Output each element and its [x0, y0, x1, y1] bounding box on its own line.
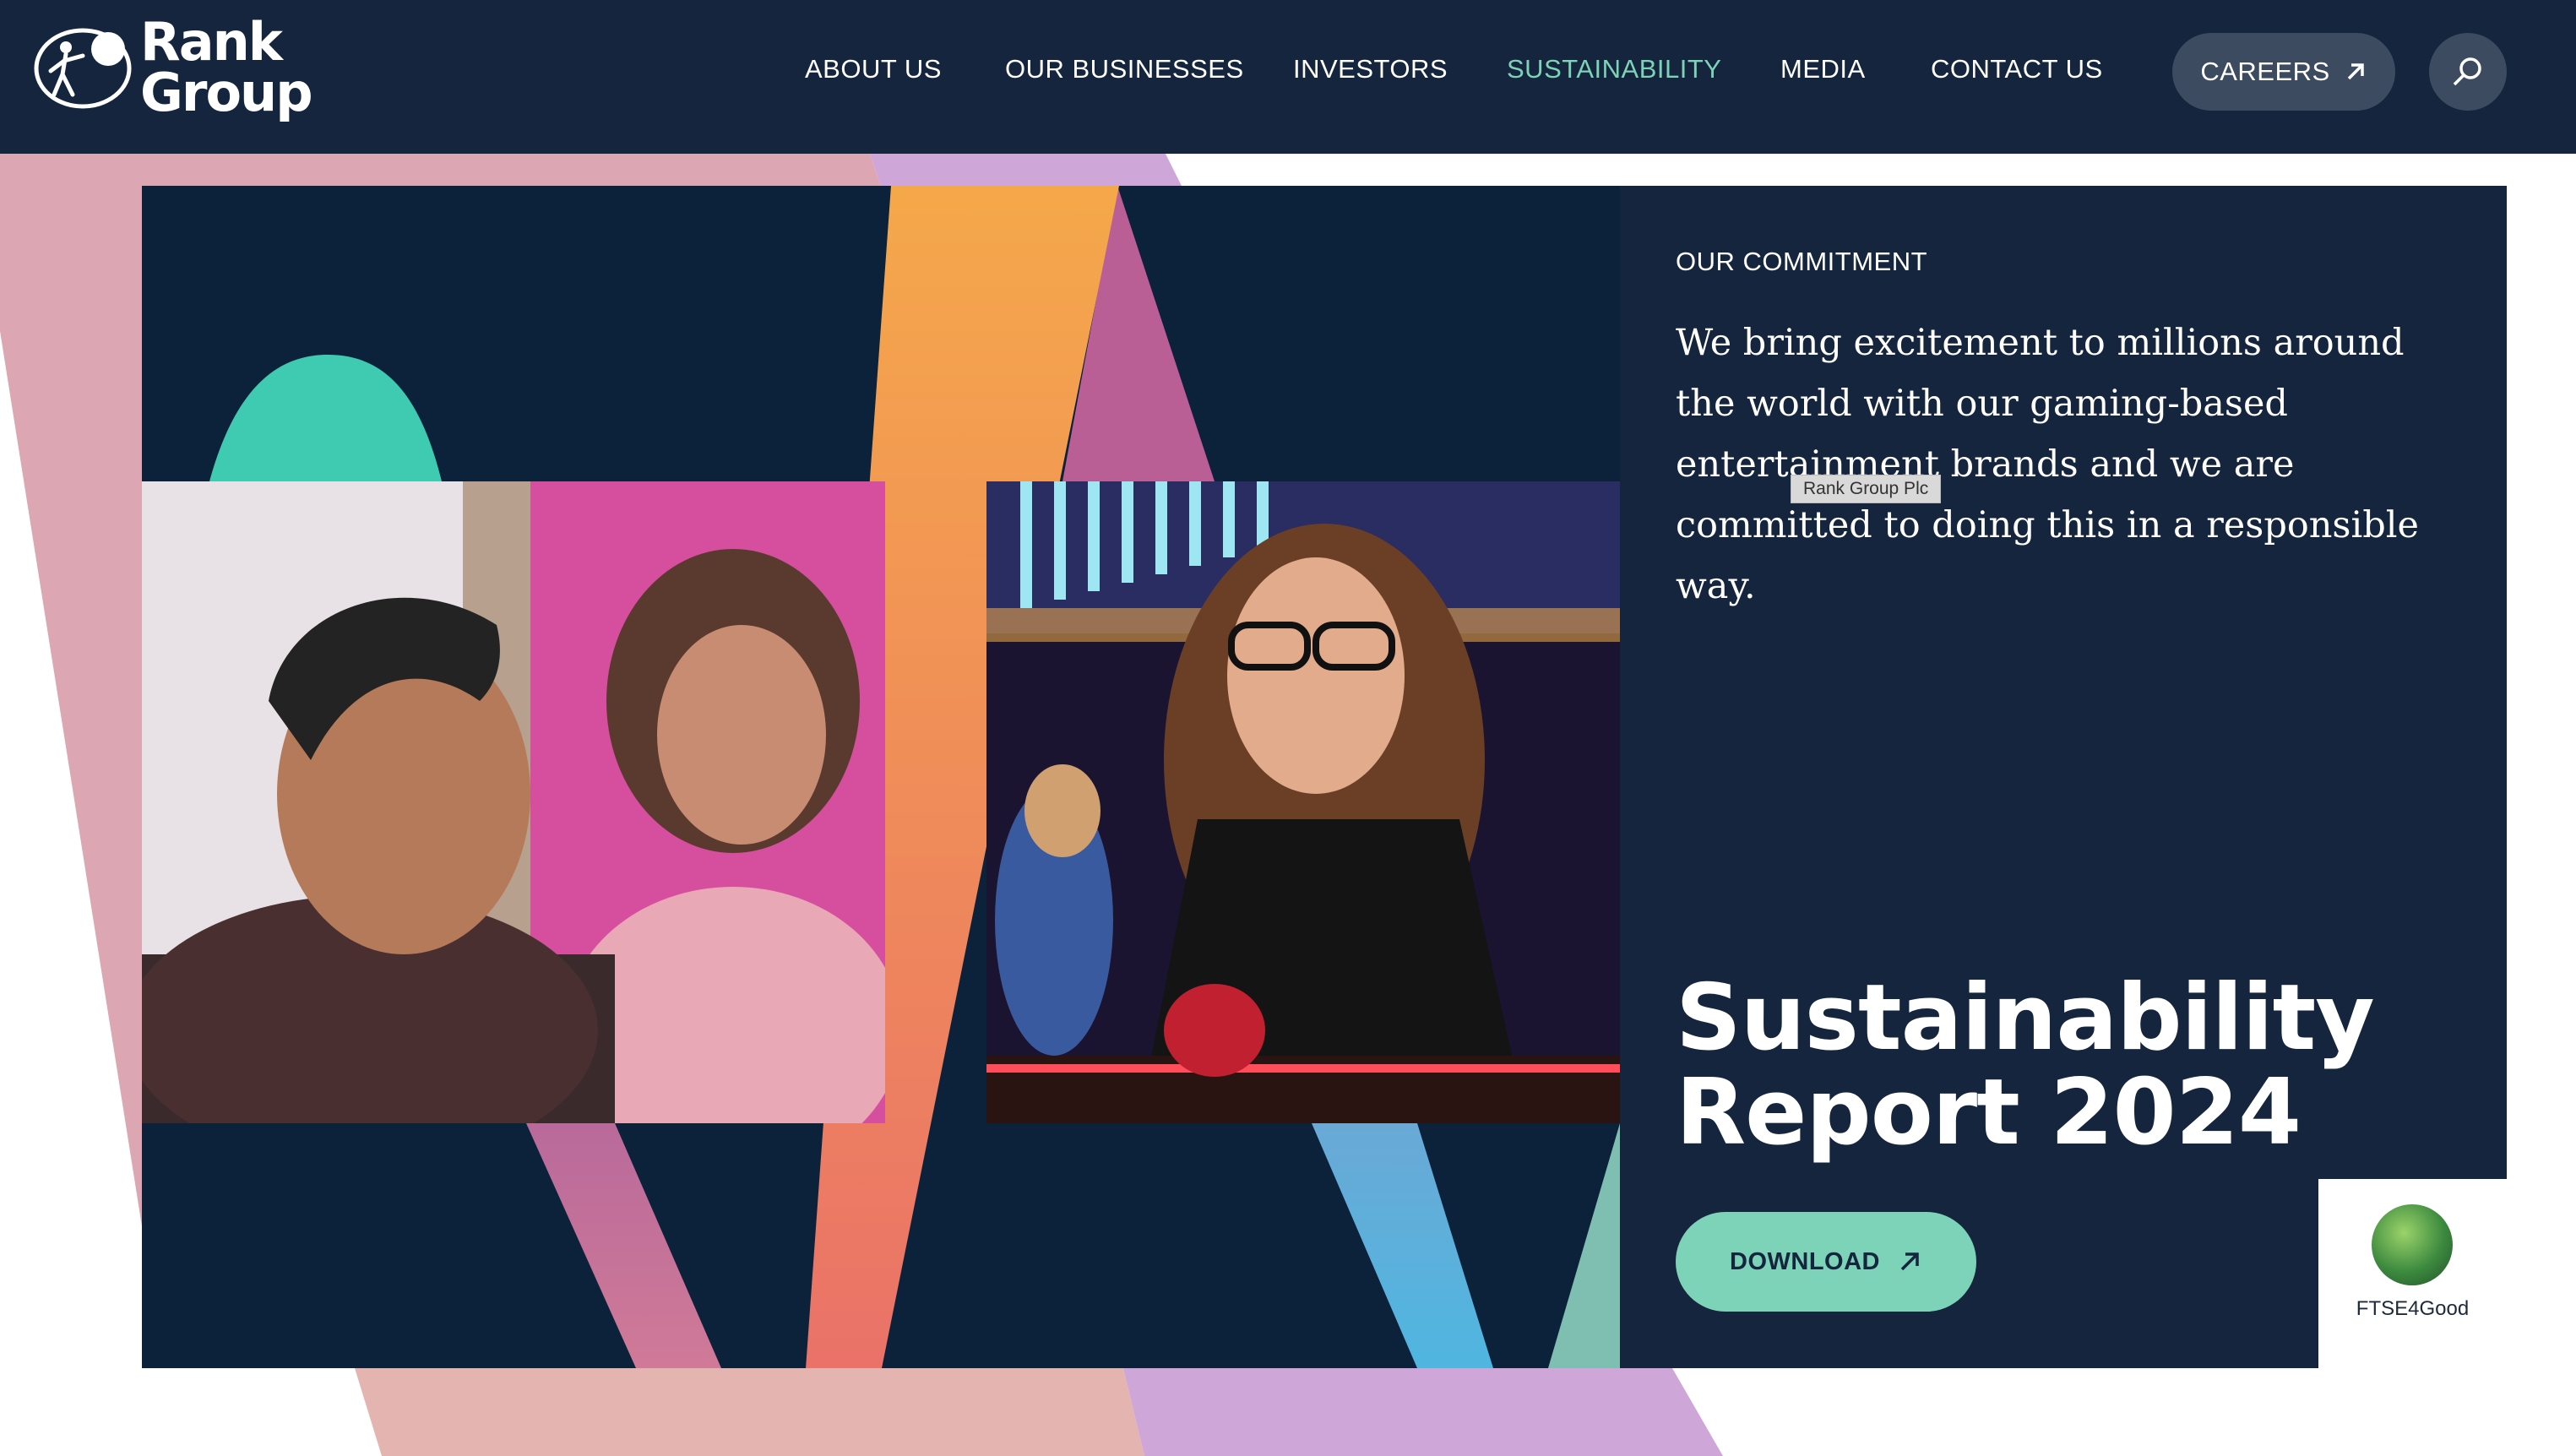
site-header: Rank Group ABOUT US OUR BUSINESSES INVES…: [0, 0, 2576, 154]
arrow-up-right-icon: [2347, 63, 2364, 80]
download-button[interactable]: DOWNLOAD: [1676, 1212, 1976, 1312]
rank-group-logo[interactable]: Rank Group: [32, 11, 328, 135]
search-button[interactable]: [2429, 33, 2507, 111]
nav-investors[interactable]: INVESTORS: [1293, 54, 1448, 84]
tooltip: Rank Group Plc: [1791, 475, 1942, 503]
careers-label: CAREERS: [2200, 57, 2330, 86]
nav-media[interactable]: MEDIA: [1780, 54, 1866, 84]
ftse4good-label: FTSE4Good: [2356, 1297, 2470, 1320]
ftse4good-badge[interactable]: FTSE4Good: [2318, 1179, 2507, 1368]
nav-our-businesses[interactable]: OUR BUSINESSES: [1005, 54, 1244, 84]
report-title-line1: Sustainability: [1676, 965, 2375, 1071]
search-icon: [2453, 57, 2481, 86]
ftse4good-globe-icon: [2372, 1204, 2453, 1285]
commitment-statement: We bring excitement to millions around t…: [1676, 322, 2419, 607]
logo-line-rank: Rank: [140, 11, 283, 73]
arrow-up-right-icon: [1900, 1252, 1919, 1271]
report-title: Sustainability Report 2024: [1676, 971, 2486, 1160]
nav-about-us[interactable]: ABOUT US: [805, 54, 942, 84]
section-eyebrow: OUR COMMITMENT: [1676, 247, 1928, 276]
hero-artwork: [142, 186, 1620, 1368]
logo-wordmark: Rank Group: [140, 11, 313, 123]
download-label: DOWNLOAD: [1730, 1247, 1880, 1275]
nav-contact-us[interactable]: CONTACT US: [1931, 54, 2103, 84]
report-title-line2: Report 2024: [1676, 1060, 2302, 1165]
nav-sustainability[interactable]: SUSTAINABILITY: [1507, 54, 1722, 84]
logo-emblem-icon: [34, 28, 132, 109]
logo-line-group: Group: [140, 62, 313, 123]
photo-casino-dealer: [986, 481, 1620, 1123]
photo-people-laughing: [142, 481, 885, 1123]
careers-button[interactable]: CAREERS: [2172, 33, 2395, 111]
